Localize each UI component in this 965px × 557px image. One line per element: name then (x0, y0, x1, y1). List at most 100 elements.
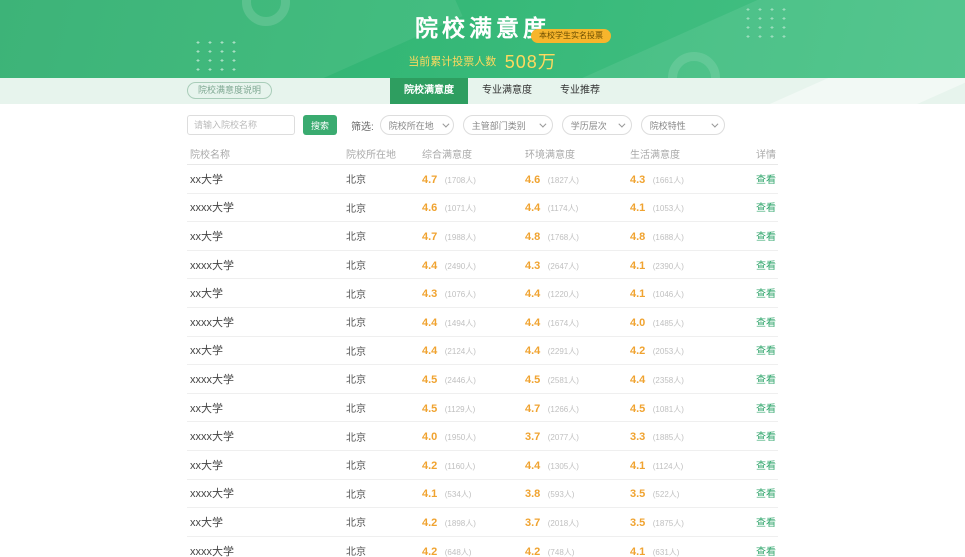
overall-rating: 4.0 (1950人) (422, 427, 525, 445)
environment-rating-count: (748人) (548, 548, 575, 557)
vote-count-label: 当前累计投票人数 (408, 56, 496, 68)
environment-rating: 3.8 (593人) (525, 484, 630, 502)
life-rating: 4.0 (1485人) (630, 313, 735, 331)
view-link[interactable]: 查看 (756, 203, 776, 214)
life-rating: 4.8 (1688人) (630, 227, 735, 245)
overall-rating: 4.7 (1708人) (422, 170, 525, 188)
school-location: 北京 (346, 343, 422, 358)
table-row: xxxx大学 北京 4.5 (2446人) 4.5 (2581人) 4.4 (2… (187, 365, 778, 394)
school-name: xx大学 (190, 228, 346, 244)
overall-rating-value: 4.5 (422, 374, 437, 386)
chevron-down-icon (711, 120, 718, 127)
environment-rating-value: 4.5 (525, 374, 540, 386)
overall-rating: 4.2 (1160人) (422, 456, 525, 474)
life-rating-count: (1081人) (653, 405, 684, 414)
environment-rating: 4.4 (1674人) (525, 313, 630, 331)
overall-rating-count: (1708人) (445, 176, 476, 185)
school-location: 北京 (346, 486, 422, 501)
environment-rating: 4.2 (748人) (525, 542, 630, 557)
overall-rating-count: (1076人) (445, 290, 476, 299)
overall-rating-value: 4.4 (422, 317, 437, 329)
chevron-down-icon (539, 120, 546, 127)
view-link[interactable]: 查看 (756, 261, 776, 272)
view-link[interactable]: 查看 (756, 175, 776, 186)
environment-rating: 4.4 (1174人) (525, 198, 630, 216)
view-link[interactable]: 查看 (756, 547, 776, 557)
table-row: xx大学 北京 4.4 (2124人) 4.4 (2291人) 4.2 (205… (187, 337, 778, 366)
vote-count-value: 508万 (505, 52, 557, 72)
view-link[interactable]: 查看 (756, 404, 776, 415)
life-rating-count: (1885人) (653, 433, 684, 442)
view-link[interactable]: 查看 (756, 318, 776, 329)
environment-rating: 4.3 (2647人) (525, 256, 630, 274)
environment-rating-value: 4.4 (525, 317, 540, 329)
overall-rating-value: 4.2 (422, 517, 437, 529)
school-location: 北京 (346, 371, 422, 386)
life-rating: 4.1 (1124人) (630, 456, 735, 474)
environment-rating-count: (2647人) (548, 262, 579, 271)
school-name: xx大学 (190, 285, 346, 301)
school-location: 北京 (346, 171, 422, 186)
satisfaction-note-button[interactable]: 院校满意度说明 (187, 82, 272, 99)
view-link[interactable]: 查看 (756, 518, 776, 529)
environment-rating-value: 3.8 (525, 488, 540, 500)
life-rating-count: (1485人) (653, 319, 684, 328)
environment-rating-value: 4.4 (525, 460, 540, 472)
overall-rating-count: (1129人) (445, 405, 476, 414)
view-link[interactable]: 查看 (756, 346, 776, 357)
table-header-row: 院校名称 院校所在地 综合满意度 环境满意度 生活满意度 详情 (187, 143, 778, 165)
view-link[interactable]: 查看 (756, 489, 776, 500)
school-location: 北京 (346, 457, 422, 472)
view-link[interactable]: 查看 (756, 232, 776, 243)
school-location: 北京 (346, 400, 422, 415)
overall-rating: 4.5 (2446人) (422, 370, 525, 388)
detail-cell: 查看 (735, 427, 778, 445)
environment-rating-count: (1768人) (548, 233, 579, 242)
dropdown-school-location[interactable]: 院校所在地 (380, 115, 454, 135)
environment-rating-count: (1174人) (548, 204, 579, 213)
life-rating: 4.5 (1081人) (630, 399, 735, 417)
school-search-input[interactable] (187, 115, 295, 135)
school-location: 北京 (346, 286, 422, 301)
overall-rating-value: 4.2 (422, 460, 437, 472)
col-environment-satisfaction: 环境满意度 (525, 146, 630, 161)
life-rating: 3.5 (1875人) (630, 513, 735, 531)
detail-cell: 查看 (735, 399, 778, 417)
tab-school-satisfaction[interactable]: 院校满意度 (390, 78, 468, 104)
filter-row: 搜索 筛选: 院校所在地 主管部门类别 学历层次 院校特性 (187, 115, 778, 135)
environment-rating: 4.4 (1305人) (525, 456, 630, 474)
dropdown-label: 学历层次 (571, 119, 607, 132)
view-link[interactable]: 查看 (756, 289, 776, 300)
dropdown-school-feature[interactable]: 院校特性 (641, 115, 725, 135)
tab-major-recommendation[interactable]: 专业推荐 (546, 78, 614, 104)
overall-rating-count: (1494人) (445, 319, 476, 328)
school-name: xx大学 (190, 514, 346, 530)
detail-cell: 查看 (735, 256, 778, 274)
overall-rating-count: (2490人) (445, 262, 476, 271)
dropdown-education-level[interactable]: 学历层次 (562, 115, 632, 135)
tab-major-satisfaction[interactable]: 专业满意度 (468, 78, 546, 104)
environment-rating-value: 4.4 (525, 202, 540, 214)
view-link[interactable]: 查看 (756, 461, 776, 472)
environment-rating-value: 4.4 (525, 345, 540, 357)
life-rating-count: (1053人) (653, 204, 684, 213)
school-location: 北京 (346, 200, 422, 215)
overall-rating: 4.4 (1494人) (422, 313, 525, 331)
school-name: xxxx大学 (190, 485, 346, 501)
environment-rating-count: (593人) (548, 490, 575, 499)
life-rating-count: (2053人) (653, 347, 684, 356)
school-location: 北京 (346, 228, 422, 243)
life-rating: 4.4 (2358人) (630, 370, 735, 388)
life-rating-value: 3.5 (630, 517, 645, 529)
dropdown-department-category[interactable]: 主管部门类别 (463, 115, 553, 135)
table-row: xxxx大学 北京 4.0 (1950人) 3.7 (2077人) 3.3 (1… (187, 422, 778, 451)
chevron-down-icon (618, 120, 625, 127)
life-rating-count: (2358人) (653, 376, 684, 385)
search-button[interactable]: 搜索 (303, 115, 337, 135)
life-rating-count: (1124人) (653, 462, 684, 471)
view-link[interactable]: 查看 (756, 375, 776, 386)
view-link[interactable]: 查看 (756, 432, 776, 443)
life-rating-value: 4.3 (630, 174, 645, 186)
detail-cell: 查看 (735, 513, 778, 531)
life-rating: 4.3 (1661人) (630, 170, 735, 188)
